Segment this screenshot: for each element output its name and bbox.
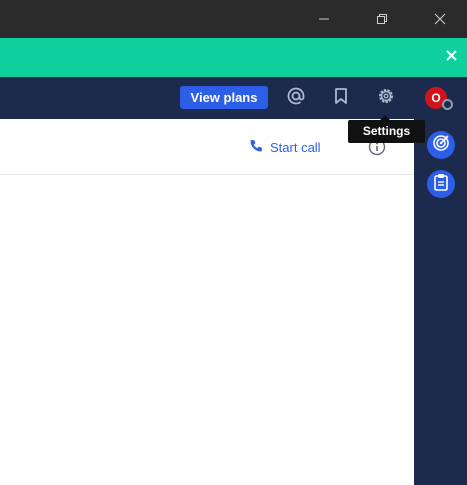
minimize-button[interactable] [301,0,347,38]
banner-close-button[interactable] [441,47,461,67]
clipboard-icon [433,173,449,196]
mentions-button[interactable] [285,87,307,109]
saved-items-button[interactable] [330,87,352,109]
phone-icon [249,139,263,156]
close-window-button[interactable] [417,0,463,38]
close-icon [445,48,457,66]
bookmark-icon [333,87,349,110]
start-call-label: Start call [270,139,321,155]
notification-banner [0,38,467,77]
close-icon [434,13,446,25]
view-plans-button[interactable]: View plans [180,86,268,109]
top-navigation: View plans O [0,77,467,119]
mention-icon [286,86,306,111]
settings-button[interactable] [375,87,397,109]
target-icon [432,134,450,157]
start-call-button[interactable]: Start call [249,138,321,156]
main-content-area [0,175,414,485]
right-sidebar [414,119,467,485]
notes-button[interactable] [427,170,455,198]
settings-tooltip: Settings [348,115,425,143]
window-titlebar [0,0,467,38]
settings-icon [376,86,396,111]
targets-button[interactable] [427,131,455,159]
info-icon [368,138,386,160]
presence-status-indicator [442,99,453,110]
restore-button[interactable] [359,0,405,38]
restore-icon [376,13,388,25]
minimize-icon [318,13,330,25]
